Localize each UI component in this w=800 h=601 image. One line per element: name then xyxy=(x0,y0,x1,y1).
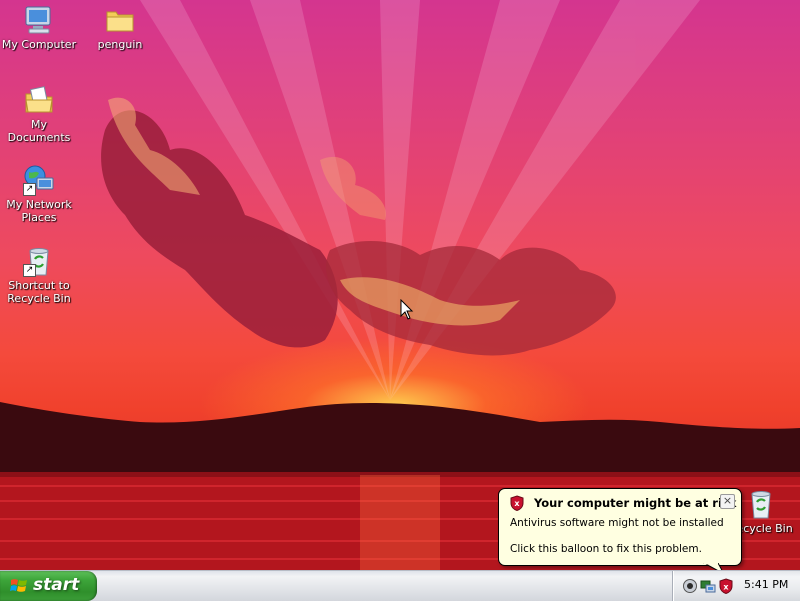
recycle-bin-icon: ↗ xyxy=(23,245,55,277)
security-shield-icon[interactable]: x xyxy=(718,578,734,594)
start-button[interactable]: start xyxy=(0,571,97,601)
my-computer-icon xyxy=(23,4,55,36)
audio-icon[interactable] xyxy=(682,578,698,594)
shortcut-arrow-icon: ↗ xyxy=(23,183,36,196)
security-shield-icon: x xyxy=(510,495,524,511)
svg-text:x: x xyxy=(723,583,729,592)
my-documents-icon xyxy=(23,84,55,116)
desktop-icon-my-computer[interactable]: My Computer xyxy=(0,4,78,51)
windows-logo-icon xyxy=(10,579,27,592)
start-label: start xyxy=(33,575,80,595)
desktop-icon-shortcut-recycle-bin[interactable]: ↗ Shortcut to Recycle Bin xyxy=(0,245,78,305)
desktop-icon-label: My Documents xyxy=(7,118,71,144)
balloon-instruction: Click this balloon to fix this problem. xyxy=(510,543,702,555)
desktop-icon-label: Shortcut to Recycle Bin xyxy=(7,279,71,305)
balloon-title: Your computer might be at risk xyxy=(534,496,737,510)
security-alert-balloon[interactable]: x Your computer might be at risk × Antiv… xyxy=(498,488,742,566)
desktop-icon-my-network-places[interactable]: ↗ My Network Places xyxy=(0,164,78,224)
desktop-wallpaper xyxy=(0,0,800,570)
taskbar: start x xyxy=(0,570,800,601)
mouse-cursor-icon xyxy=(400,299,414,320)
desktop-icon-my-documents[interactable]: My Documents xyxy=(0,84,78,144)
shortcut-arrow-icon: ↗ xyxy=(23,264,36,277)
desktop-icon-label: My Network Places xyxy=(6,198,72,224)
network-icon[interactable] xyxy=(700,578,716,594)
recycle-bin-icon xyxy=(745,488,777,520)
desktop-icon-penguin[interactable]: penguin xyxy=(81,4,159,51)
balloon-close-button[interactable]: × xyxy=(720,494,735,509)
svg-text:x: x xyxy=(514,499,520,508)
desktop-icon-label: penguin xyxy=(97,38,143,51)
balloon-message: Antivirus software might not be installe… xyxy=(510,517,724,529)
clock[interactable]: 5:41 PM xyxy=(744,578,788,591)
folder-icon xyxy=(104,4,136,36)
desktop-icon-label: My Computer xyxy=(1,38,77,51)
network-places-icon: ↗ xyxy=(23,164,55,196)
